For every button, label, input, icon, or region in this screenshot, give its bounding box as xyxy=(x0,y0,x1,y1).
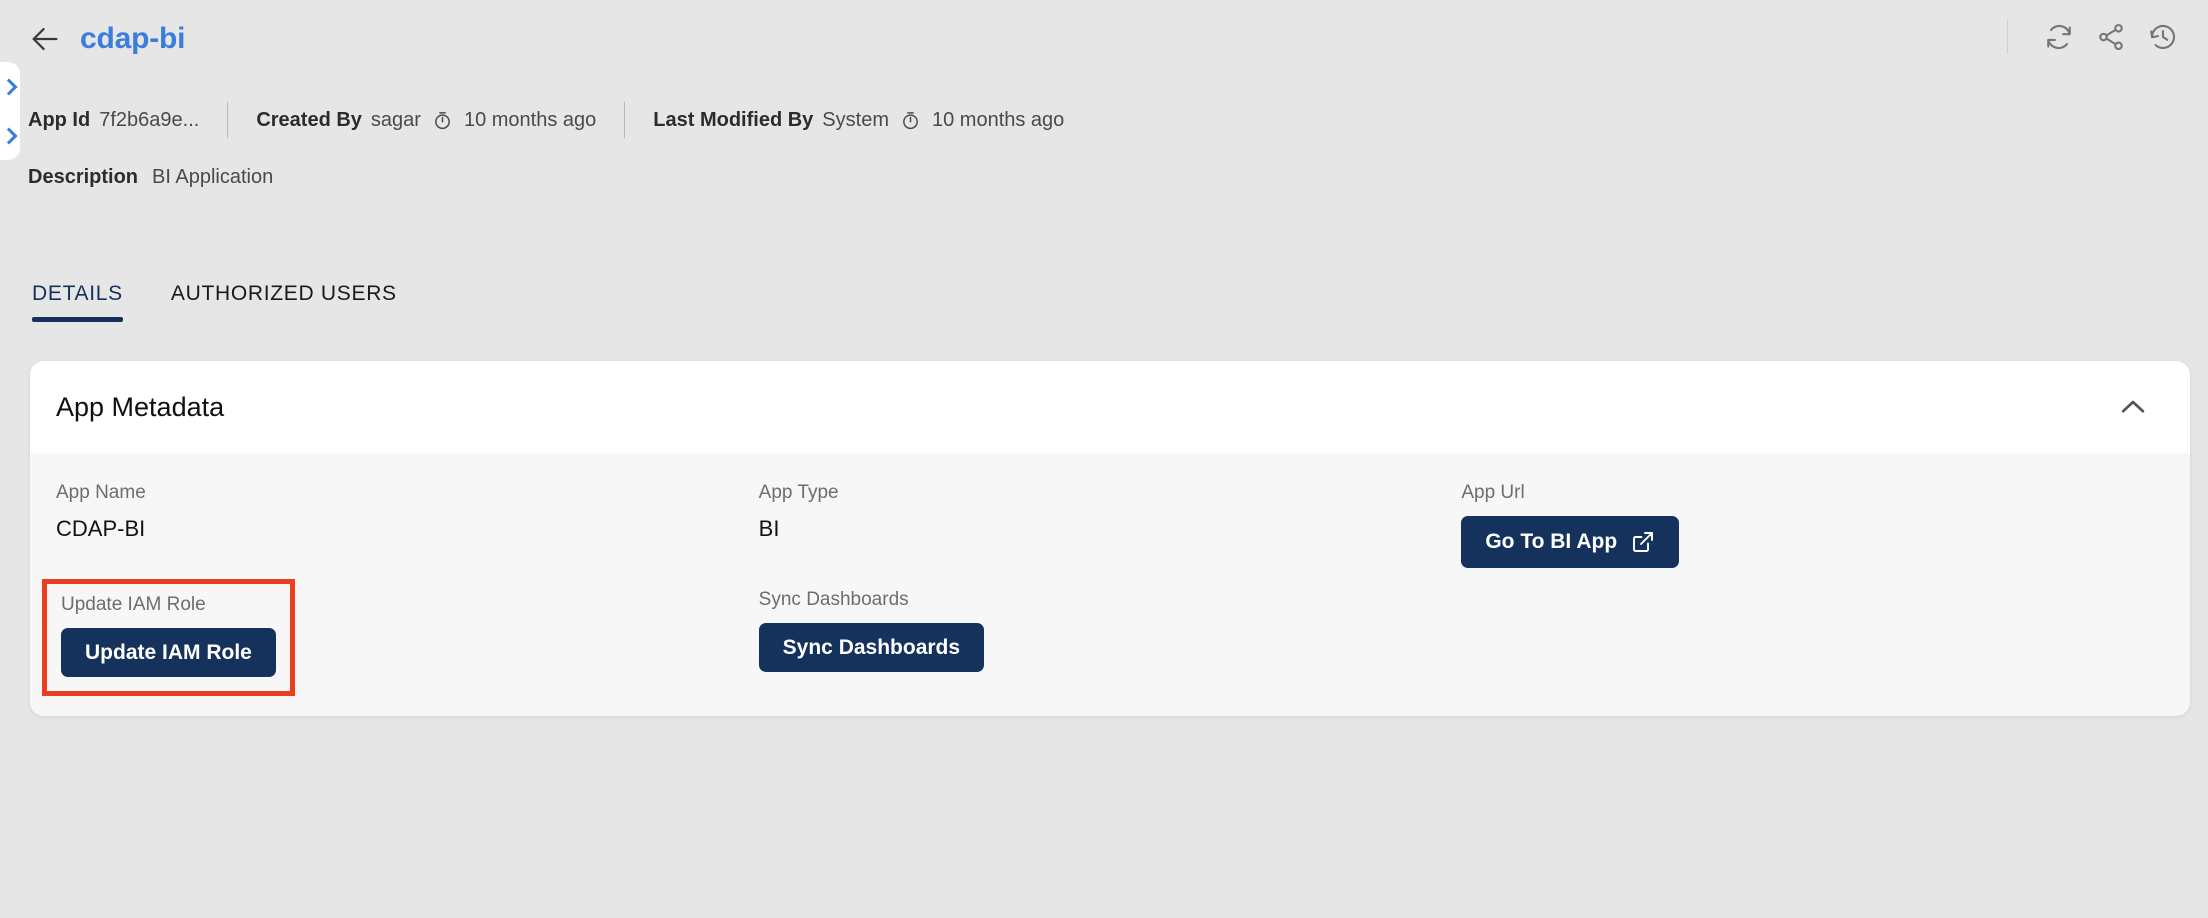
arrow-left-icon[interactable] xyxy=(28,22,62,56)
field-sync-dashboards: Sync Dashboards Sync Dashboards xyxy=(758,588,1462,672)
meta-last-modified-by-value: System xyxy=(822,108,889,131)
meta-app-id-value: 7f2b6a9e... xyxy=(99,108,200,131)
meta-created-by: Created By sagar 10 months ago xyxy=(256,109,596,132)
meta-last-modified-by-time: 10 months ago xyxy=(931,108,1065,131)
field-app-url-label: App Url xyxy=(1461,482,1525,503)
description-row: Description BI Application xyxy=(28,166,273,189)
metadata-row-2: Update IAM Role Update IAM Role Sync Das… xyxy=(42,578,2164,696)
meta-last-modified-by-label: Last Modified By xyxy=(653,108,814,131)
header-actions-divider xyxy=(2007,20,2008,54)
meta-separator-2 xyxy=(624,102,626,138)
field-app-type-value: BI xyxy=(758,515,780,541)
sync-dashboards-button-label: Sync Dashboards xyxy=(782,635,961,659)
meta-app-id: App Id 7f2b6a9e... xyxy=(28,109,199,132)
field-app-name-value: CDAP-BI xyxy=(56,515,146,541)
app-metadata-card: App Metadata App Name CDAP-BI App Type B… xyxy=(30,361,2190,716)
app-metadata-card-header: App Metadata xyxy=(30,361,2190,453)
stopwatch-icon-created xyxy=(435,111,450,129)
meta-last-modified-by: Last Modified By System 10 months ago xyxy=(653,109,1064,132)
refresh-icon[interactable] xyxy=(2044,22,2074,52)
metadata-summary-row: App Id 7f2b6a9e... Created By sagar 10 m… xyxy=(28,102,1064,138)
title-row: cdap-bi xyxy=(28,22,185,56)
metadata-row-1: App Name CDAP-BI App Type BI App Url Go … xyxy=(56,482,2164,568)
tab-details[interactable]: DETAILS xyxy=(28,282,149,322)
go-to-bi-app-button-label: Go To BI App xyxy=(1485,530,1618,554)
go-to-bi-app-button[interactable]: Go To BI App xyxy=(1461,515,1680,568)
history-icon[interactable] xyxy=(2148,22,2178,52)
chevron-up-icon[interactable] xyxy=(2116,390,2150,424)
stopwatch-icon-modified xyxy=(903,111,918,129)
page-header: cdap-bi App Id 7f2b6a9e... Created By sa… xyxy=(0,0,2208,232)
description-value: BI Application xyxy=(152,166,274,188)
meta-created-by-time: 10 months ago xyxy=(463,108,597,131)
field-app-url: App Url Go To BI App xyxy=(1461,482,2164,568)
meta-app-id-label: App Id xyxy=(28,108,91,131)
update-iam-role-highlight: Update IAM Role Update IAM Role xyxy=(42,578,295,696)
page-title: cdap-bi xyxy=(80,22,186,55)
field-sync-dashboards-label: Sync Dashboards xyxy=(758,588,909,610)
field-update-iam-role-label: Update IAM Role xyxy=(61,593,206,615)
header-actions xyxy=(2007,20,2178,54)
tab-bar: DETAILS AUTHORIZED USERS xyxy=(28,282,419,322)
app-metadata-card-body: App Name CDAP-BI App Type BI App Url Go … xyxy=(30,453,2190,716)
tab-authorized-users[interactable]: AUTHORIZED USERS xyxy=(149,282,419,322)
field-update-iam-role: Update IAM Role Update IAM Role xyxy=(42,578,759,696)
external-link-icon xyxy=(1633,531,1654,552)
field-app-name-label: App Name xyxy=(56,482,146,503)
sync-dashboards-button[interactable]: Sync Dashboards xyxy=(758,622,985,672)
meta-created-by-value: sagar xyxy=(370,108,421,131)
sidebar-expand-handle[interactable] xyxy=(0,62,20,160)
chevron-right-icon-top xyxy=(0,78,18,95)
field-app-type-label: App Type xyxy=(758,482,839,503)
description-label: Description xyxy=(28,166,139,188)
share-icon[interactable] xyxy=(2096,22,2126,52)
field-app-type: App Type BI xyxy=(758,482,1462,542)
update-iam-role-button-label: Update IAM Role xyxy=(85,640,252,664)
meta-separator-1 xyxy=(227,102,229,138)
field-app-name: App Name CDAP-BI xyxy=(56,482,759,542)
chevron-right-icon-bottom xyxy=(0,127,18,144)
update-iam-role-button[interactable]: Update IAM Role xyxy=(61,627,276,677)
meta-created-by-label: Created By xyxy=(256,108,362,131)
card-title: App Metadata xyxy=(56,391,225,422)
